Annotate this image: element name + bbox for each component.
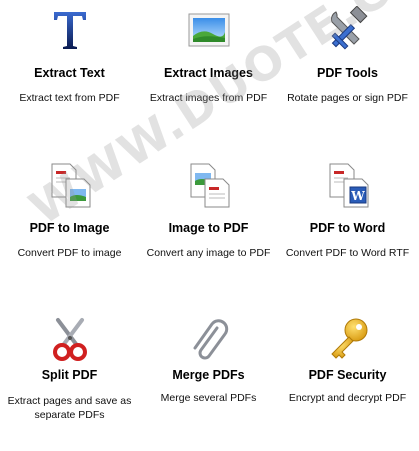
tools-wrench-hammer-icon xyxy=(324,6,372,54)
tile-title: Image to PDF xyxy=(168,221,249,235)
image-to-pdf-tile[interactable]: Image to PDF Convert any image to PDF xyxy=(139,155,278,296)
scissors-icon xyxy=(46,316,94,364)
extract-text-tile[interactable]: Extract Text Extract text from PDF xyxy=(0,0,139,141)
pdf-tools-tile[interactable]: PDF Tools Rotate pages or sign PDF xyxy=(278,0,417,141)
tile-title: Extract Text xyxy=(34,66,105,80)
pdf-security-tile[interactable]: PDF Security Encrypt and decrypt PDF xyxy=(278,310,417,451)
tile-description: Merge several PDFs xyxy=(160,392,257,404)
key-icon xyxy=(324,316,372,364)
extract-images-tile[interactable]: Extract Images Extract images from PDF xyxy=(139,0,278,141)
tile-title: Extract Images xyxy=(164,66,253,80)
paperclip-icon xyxy=(185,316,233,364)
tile-title: Merge PDFs xyxy=(172,368,245,382)
pdf-to-image-tile[interactable]: PDF to Image Convert PDF to image xyxy=(0,155,139,296)
tile-description: Rotate pages or sign PDF xyxy=(287,92,408,104)
tile-title: Split PDF xyxy=(41,368,98,382)
tile-title: PDF to Word xyxy=(309,221,386,235)
svg-text:W: W xyxy=(350,189,365,203)
text-T-icon xyxy=(46,6,94,54)
split-pdf-tile[interactable]: Split PDF Extract pages and save as sepa… xyxy=(0,310,139,451)
image-landscape-icon xyxy=(185,6,233,54)
tile-title: PDF to Image xyxy=(29,221,110,235)
tile-description: Extract pages and save as separate PDFs xyxy=(7,395,132,421)
merge-pdfs-tile[interactable]: Merge PDFs Merge several PDFs xyxy=(139,310,278,451)
image-to-pdf-icon xyxy=(185,161,233,209)
tile-description: Convert any image to PDF xyxy=(146,247,271,259)
pdf-to-word-tile[interactable]: W PDF to Word Convert PDF to Word RTF xyxy=(278,155,417,296)
tile-description: Encrypt and decrypt PDF xyxy=(288,392,407,404)
tool-grid: Extract Text Extract text from PDF Extra… xyxy=(0,0,419,423)
pdf-to-word-icon: W xyxy=(324,161,372,209)
pdf-to-image-icon xyxy=(46,161,94,209)
tile-description: Convert PDF to image xyxy=(17,247,122,259)
tile-title: PDF Security xyxy=(308,368,387,382)
tile-description: Extract images from PDF xyxy=(149,92,268,104)
tile-description: Extract text from PDF xyxy=(19,92,120,104)
tile-title: PDF Tools xyxy=(317,66,378,80)
tile-description: Convert PDF to Word RTF xyxy=(285,247,410,259)
